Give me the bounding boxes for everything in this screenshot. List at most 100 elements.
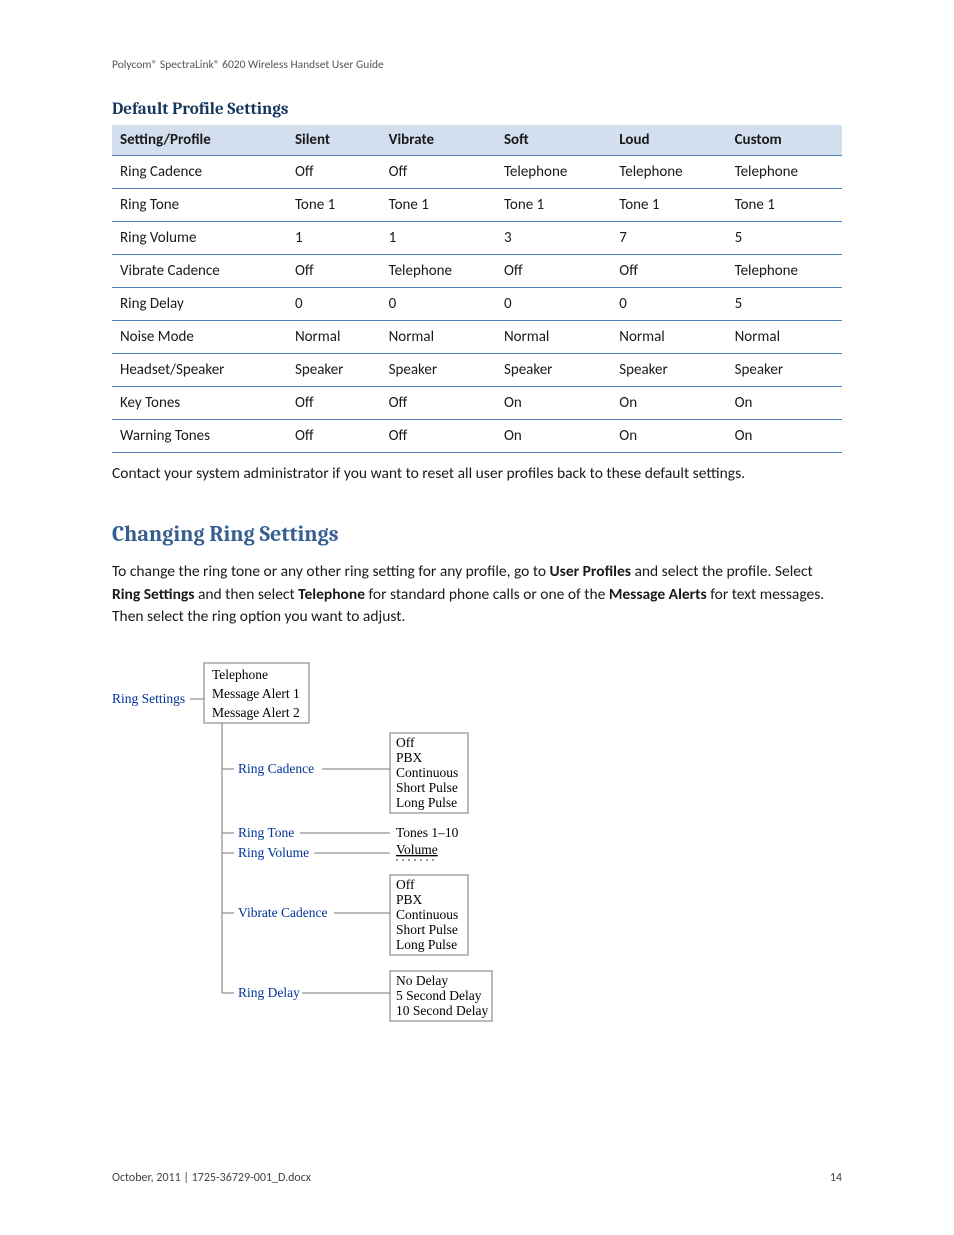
- table-cell: Warning Tones: [112, 420, 287, 453]
- svg-text:Ring Cadence: Ring Cadence: [238, 761, 314, 776]
- table-cell: 0: [287, 288, 381, 321]
- table-cell: Off: [381, 387, 496, 420]
- table-cell: On: [611, 387, 726, 420]
- table-cell: Off: [287, 387, 381, 420]
- svg-text:PBX: PBX: [396, 750, 423, 765]
- table-cell: Off: [496, 255, 611, 288]
- footer-left: October, 2011 | 1725-36729-001_D.docx: [112, 1171, 311, 1185]
- svg-text:Long Pulse: Long Pulse: [396, 795, 457, 810]
- svg-text:Ring Volume: Ring Volume: [238, 845, 309, 860]
- table-row: Ring ToneTone 1Tone 1Tone 1Tone 1Tone 1: [112, 189, 842, 222]
- table-cell: Off: [287, 156, 381, 189]
- table-row: Ring CadenceOffOffTelephoneTelephoneTele…: [112, 156, 842, 189]
- table-cell: Off: [381, 156, 496, 189]
- table-row: Noise ModeNormalNormalNormalNormalNormal: [112, 321, 842, 354]
- svg-text:Off: Off: [396, 735, 415, 750]
- table-cell: On: [727, 387, 842, 420]
- svg-text:Continuous: Continuous: [396, 907, 458, 922]
- table-cell: Speaker: [381, 354, 496, 387]
- svg-text:Telephone: Telephone: [212, 667, 268, 682]
- table-cell: On: [496, 420, 611, 453]
- table-header-cell: Vibrate: [381, 125, 496, 156]
- svg-text:Vibrate Cadence: Vibrate Cadence: [238, 905, 328, 920]
- table-cell: Tone 1: [287, 189, 381, 222]
- table-cell: Speaker: [611, 354, 726, 387]
- table-header-cell: Soft: [496, 125, 611, 156]
- table-row: Ring Delay00005: [112, 288, 842, 321]
- table-header-cell: Loud: [611, 125, 726, 156]
- table-cell: Tone 1: [611, 189, 726, 222]
- table-cell: Telephone: [611, 156, 726, 189]
- table-cell: Off: [611, 255, 726, 288]
- footer-page-number: 14: [830, 1171, 842, 1185]
- section-heading-changing-ring: Changing Ring Settings: [112, 521, 842, 547]
- table-cell: Normal: [287, 321, 381, 354]
- table-cell: Telephone: [496, 156, 611, 189]
- svg-text:Ring Tone: Ring Tone: [238, 825, 294, 840]
- document-page: Polycom® SpectraLink® 6020 Wireless Hand…: [0, 0, 954, 1235]
- table-cell: On: [611, 420, 726, 453]
- table-cell: Off: [381, 420, 496, 453]
- table-cell: 5: [727, 222, 842, 255]
- table-row: Warning TonesOffOffOnOnOn: [112, 420, 842, 453]
- table-cell: Tone 1: [727, 189, 842, 222]
- table-cell: Ring Volume: [112, 222, 287, 255]
- table-cell: On: [727, 420, 842, 453]
- table-header-cell: Silent: [287, 125, 381, 156]
- table-cell: 0: [611, 288, 726, 321]
- table-cell: Ring Tone: [112, 189, 287, 222]
- table-cell: Tone 1: [496, 189, 611, 222]
- svg-text:Long Pulse: Long Pulse: [396, 937, 457, 952]
- table-row: Headset/SpeakerSpeakerSpeakerSpeakerSpea…: [112, 354, 842, 387]
- table-cell: Vibrate Cadence: [112, 255, 287, 288]
- svg-text:10 Second Delay: 10 Second Delay: [396, 1003, 488, 1018]
- table-cell: Normal: [381, 321, 496, 354]
- table-cell: Ring Delay: [112, 288, 287, 321]
- table-cell: 3: [496, 222, 611, 255]
- table-row: Vibrate CadenceOffTelephoneOffOffTelepho…: [112, 255, 842, 288]
- svg-text:Short Pulse: Short Pulse: [396, 922, 458, 937]
- table-cell: Normal: [611, 321, 726, 354]
- svg-text:Message Alert 1: Message Alert 1: [212, 686, 300, 701]
- table-cell: Tone 1: [381, 189, 496, 222]
- table-cell: Normal: [496, 321, 611, 354]
- table-cell: 7: [611, 222, 726, 255]
- ring-settings-diagram: Ring Settings Telephone Message Alert 1 …: [112, 653, 842, 1057]
- table-cell: Speaker: [496, 354, 611, 387]
- table-cell: 5: [727, 288, 842, 321]
- table-header-cell: Setting/Profile: [112, 125, 287, 156]
- table-cell: On: [496, 387, 611, 420]
- table-cell: 1: [287, 222, 381, 255]
- default-profile-table: Setting/ProfileSilentVibrateSoftLoudCust…: [112, 125, 842, 453]
- table-cell: Off: [287, 255, 381, 288]
- svg-text:Volume: Volume: [396, 842, 438, 857]
- svg-text:Ring Delay: Ring Delay: [238, 985, 300, 1000]
- svg-text:5 Second Delay: 5 Second Delay: [396, 988, 482, 1003]
- table-row: Ring Volume11375: [112, 222, 842, 255]
- table-cell: 0: [496, 288, 611, 321]
- reset-note: Contact your system administrator if you…: [112, 463, 842, 485]
- page-footer: October, 2011 | 1725-36729-001_D.docx 14: [112, 1171, 842, 1185]
- changing-ring-paragraph: To change the ring tone or any other rin…: [112, 561, 842, 628]
- svg-text:Tones 1–10: Tones 1–10: [396, 825, 459, 840]
- table-cell: Normal: [727, 321, 842, 354]
- table-cell: Ring Cadence: [112, 156, 287, 189]
- table-cell: Telephone: [727, 156, 842, 189]
- running-header: Polycom® SpectraLink® 6020 Wireless Hand…: [112, 58, 842, 72]
- table-cell: Telephone: [727, 255, 842, 288]
- section-heading-default-profile: Default Profile Settings: [112, 100, 842, 119]
- table-cell: 0: [381, 288, 496, 321]
- table-cell: Speaker: [287, 354, 381, 387]
- svg-text:Continuous: Continuous: [396, 765, 458, 780]
- diagram-root: Ring Settings: [112, 691, 185, 706]
- svg-text:No Delay: No Delay: [396, 973, 448, 988]
- svg-text:Message Alert 2: Message Alert 2: [212, 705, 300, 720]
- svg-text:PBX: PBX: [396, 892, 423, 907]
- table-cell: Telephone: [381, 255, 496, 288]
- svg-text:Short Pulse: Short Pulse: [396, 780, 458, 795]
- table-cell: 1: [381, 222, 496, 255]
- table-row: Key TonesOffOffOnOnOn: [112, 387, 842, 420]
- table-cell: Noise Mode: [112, 321, 287, 354]
- table-header-cell: Custom: [727, 125, 842, 156]
- table-cell: Key Tones: [112, 387, 287, 420]
